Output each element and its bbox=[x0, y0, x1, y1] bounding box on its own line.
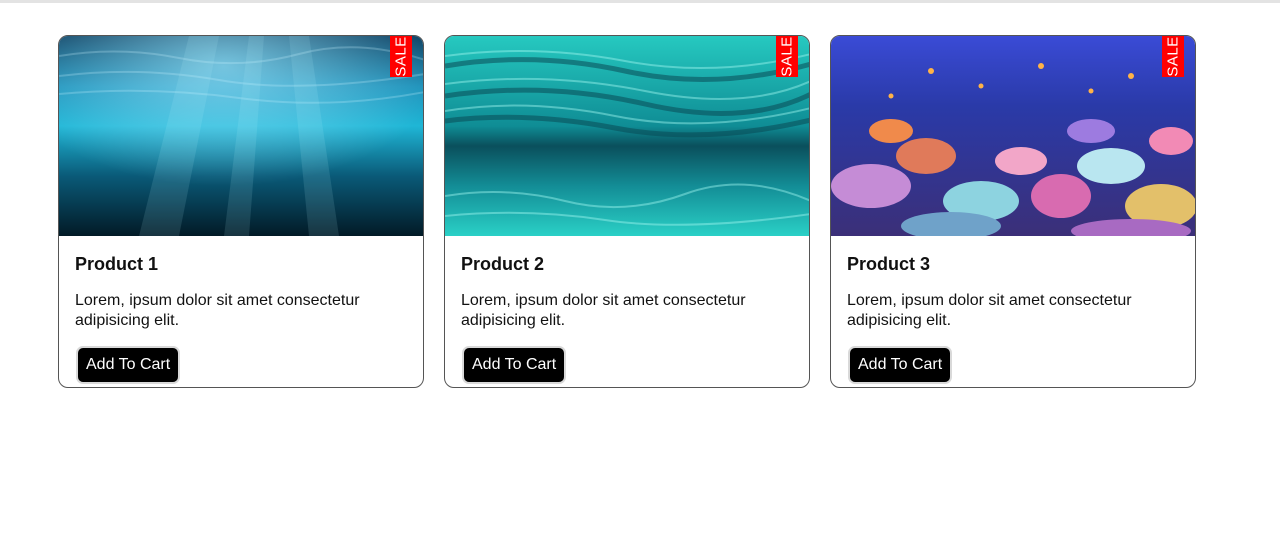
product-description: Lorem, ipsum dolor sit amet consectetur … bbox=[461, 292, 746, 329]
sale-badge: SALE bbox=[1162, 36, 1184, 77]
add-to-cart-button[interactable]: Add To Cart bbox=[76, 346, 181, 384]
coral-reef-photo bbox=[831, 36, 1195, 236]
product-grid: SALE Product 1 Lorem, ipsum dolor sit am… bbox=[58, 35, 1196, 388]
sale-badge: SALE bbox=[776, 36, 798, 77]
add-to-cart-button[interactable]: Add To Cart bbox=[462, 346, 567, 384]
product-image[interactable]: SALE bbox=[445, 36, 809, 236]
product-description: Lorem, ipsum dolor sit amet consectetur … bbox=[75, 292, 360, 329]
product-card: SALE Product 1 Lorem, ipsum dolor sit am… bbox=[58, 35, 424, 388]
product-image[interactable]: SALE bbox=[831, 36, 1195, 236]
underwater-turquoise-photo bbox=[445, 36, 809, 236]
top-divider bbox=[0, 0, 1280, 3]
product-title: Product 2 bbox=[461, 254, 545, 274]
sale-badge: SALE bbox=[390, 36, 412, 77]
product-description: Lorem, ipsum dolor sit amet consectetur … bbox=[847, 292, 1132, 329]
underwater-deep-blue-photo bbox=[59, 36, 423, 236]
product-card: SALE Product 2 Lorem, ipsum dolor sit am… bbox=[444, 35, 810, 388]
product-title: Product 3 bbox=[847, 254, 931, 274]
product-title: Product 1 bbox=[75, 254, 159, 274]
product-card: SALE Product 3 Lorem, ipsum dolor sit am… bbox=[830, 35, 1196, 388]
add-to-cart-button[interactable]: Add To Cart bbox=[848, 346, 953, 384]
product-image[interactable]: SALE bbox=[59, 36, 423, 236]
